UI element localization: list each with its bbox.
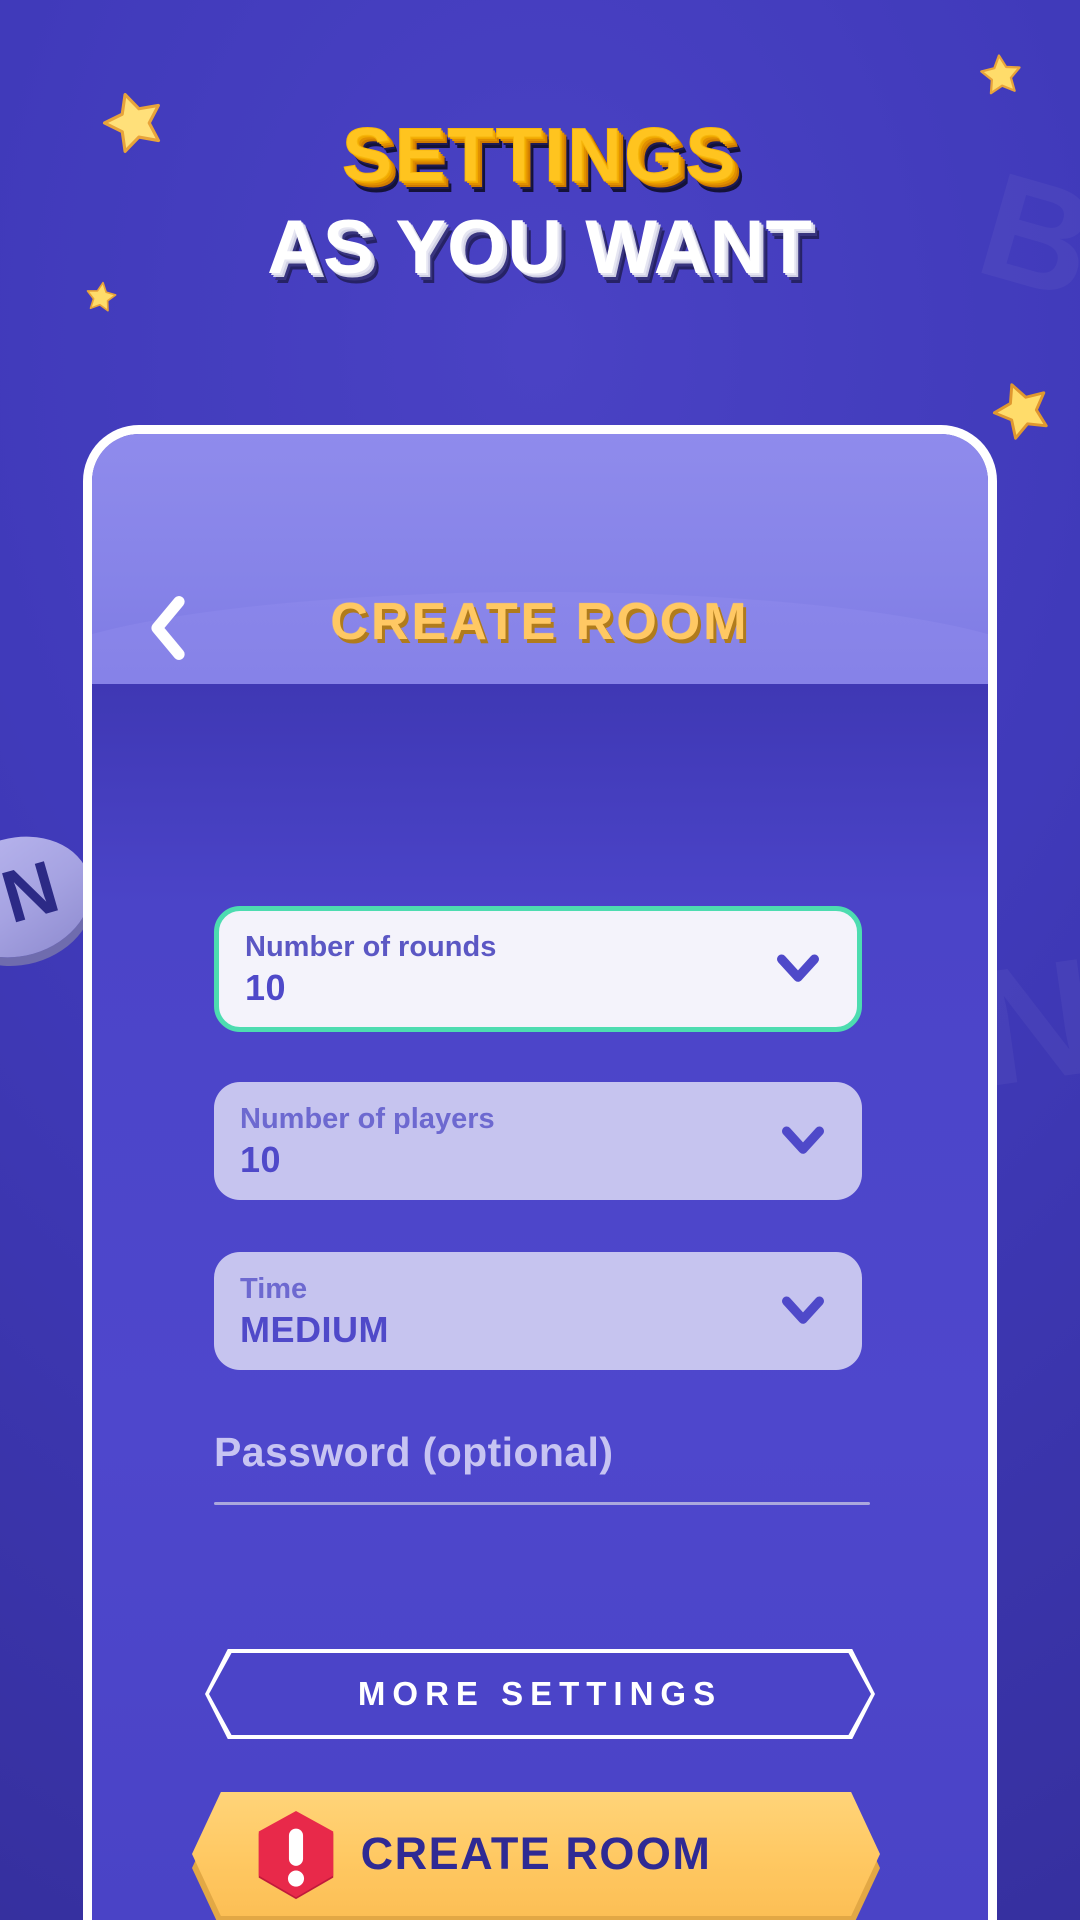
dropdown-value: 10 xyxy=(240,1138,282,1180)
alert-exclamation-icon xyxy=(250,1809,342,1907)
dropdown-label: Time xyxy=(240,1272,308,1305)
dropdown-time[interactable]: Time MEDIUM xyxy=(214,1252,862,1370)
star-icon xyxy=(980,368,1063,451)
star-icon xyxy=(976,50,1027,101)
dropdown-value: 10 xyxy=(245,966,287,1008)
create-room-card: CREATE ROOM Number of rounds 10 Number o… xyxy=(83,425,997,1920)
more-settings-button[interactable]: MORE SETTINGS xyxy=(209,1653,871,1735)
dropdown-label: Number of players xyxy=(240,1102,495,1135)
page-headline: SETTINGS AS YOU WANT xyxy=(0,113,1080,290)
more-settings-label: MORE SETTINGS xyxy=(357,1675,723,1712)
card-body: Number of rounds 10 Number of players 10 xyxy=(92,684,988,1920)
password-field-group[interactable]: Password (optional) xyxy=(214,1429,870,1505)
dropdown-number-of-rounds[interactable]: Number of rounds 10 xyxy=(214,906,862,1032)
password-underline xyxy=(214,1502,870,1505)
create-room-label: CREATE ROOM xyxy=(360,1828,712,1879)
chevron-down-icon[interactable] xyxy=(775,952,821,986)
dropdown-label: Number of rounds xyxy=(245,930,497,963)
background-coin-letter: N xyxy=(0,843,68,939)
chevron-down-icon[interactable] xyxy=(780,1294,826,1328)
chevron-down-icon[interactable] xyxy=(780,1124,826,1158)
card-header: CREATE ROOM xyxy=(92,434,988,796)
dropdown-value: MEDIUM xyxy=(240,1308,389,1350)
headline-line-1: SETTINGS xyxy=(341,113,739,198)
card-title: CREATE ROOM xyxy=(330,593,750,651)
app-screen: B N N SETTINGS AS YOU WANT xyxy=(0,0,1080,1920)
headline-line-2: AS YOU WANT xyxy=(267,205,813,290)
dropdown-number-of-players[interactable]: Number of players 10 xyxy=(214,1082,862,1200)
password-placeholder: Password (optional) xyxy=(214,1429,614,1475)
